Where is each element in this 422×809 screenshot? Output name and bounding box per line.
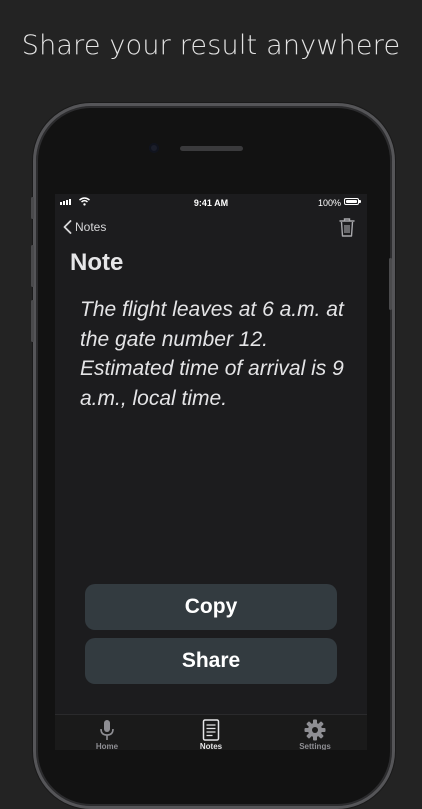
tab-bar: Home Notes Settings (55, 714, 367, 750)
battery-percent: 100% (318, 198, 342, 208)
share-button[interactable]: Share (85, 638, 337, 684)
delete-button[interactable] (339, 217, 355, 242)
navigation-bar: Notes (55, 216, 367, 240)
status-bar: 9:41 AM 100% (55, 194, 367, 212)
microphone-icon (100, 720, 114, 740)
battery-tip (359, 200, 361, 203)
earpiece-speaker (180, 146, 243, 151)
tab-notes[interactable]: Notes (176, 718, 246, 750)
phone-mute-switch (31, 197, 34, 219)
back-button-label: Notes (75, 220, 107, 234)
app-screen: 9:41 AM 100% Notes Note The flight leave… (55, 194, 367, 750)
gear-icon (304, 719, 326, 741)
front-camera (149, 143, 159, 153)
tab-settings-label: Settings (299, 742, 331, 750)
phone-volume-up (31, 245, 34, 287)
battery-icon (344, 198, 359, 205)
phone-power-button (389, 258, 392, 310)
promo-headline: Share your result anywhere (21, 30, 401, 61)
tab-home[interactable]: Home (72, 718, 142, 750)
tab-settings[interactable]: Settings (280, 718, 350, 750)
page-title: Note (70, 249, 124, 276)
copy-button[interactable]: Copy (85, 584, 337, 630)
trash-icon (339, 218, 355, 237)
chevron-left-icon (63, 220, 72, 234)
note-text: The flight leaves at 6 a.m. at the gate … (80, 298, 344, 410)
tab-notes-label: Notes (199, 742, 223, 750)
back-button[interactable]: Notes (63, 220, 106, 234)
phone-volume-down (31, 300, 34, 342)
tab-home-label: Home (95, 742, 119, 750)
notes-icon (202, 719, 220, 741)
